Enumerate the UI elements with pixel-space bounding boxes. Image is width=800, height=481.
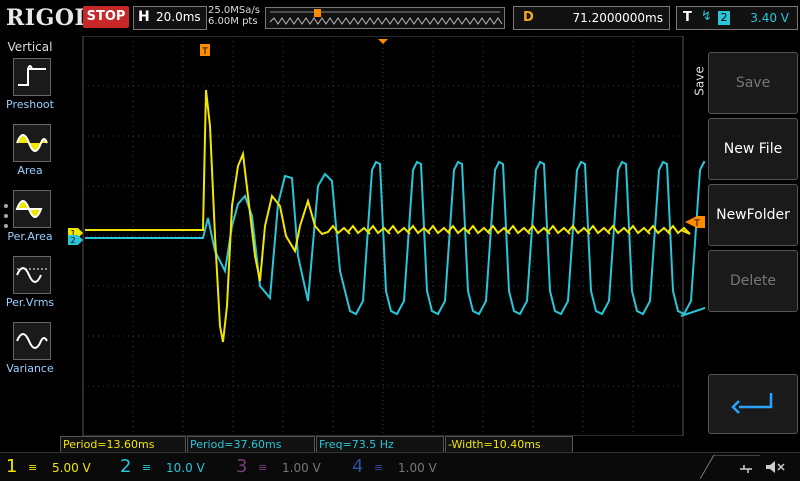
channel-number: 4 — [352, 456, 364, 477]
waveform-display[interactable]: T T 1 2 — [60, 35, 757, 437]
run-stop-indicator[interactable]: STOP — [83, 6, 129, 28]
per-area-icon — [13, 190, 51, 228]
area-icon — [13, 124, 51, 162]
sample-rate: 25.0MSa/s — [208, 5, 260, 16]
svg-text:T: T — [693, 219, 700, 229]
delay-display[interactable]: D 71.2000000ms — [513, 6, 670, 30]
measure-item-area[interactable]: Area — [0, 124, 60, 186]
measure-label: Preshoot — [6, 98, 54, 111]
channel-number: 2 — [120, 456, 132, 477]
channel-scale: 1.00 V — [282, 461, 321, 475]
memory-trigger-marker — [314, 9, 321, 17]
rising-edge-icon: ↯ — [701, 9, 712, 24]
horizontal-timebase[interactable]: H 20.0ms — [133, 6, 207, 30]
channel-number: 3 — [236, 456, 248, 477]
rigol-logo: RIGOL — [6, 5, 91, 31]
timebase-value: 20.0ms — [156, 10, 201, 24]
new-folder-button[interactable]: NewFolder — [708, 184, 798, 246]
measure-label: Variance — [6, 362, 54, 375]
usb-status-area — [700, 455, 760, 479]
channel-status-bar: 1 ≡ 5.00 V 2 ≡ 10.0 V 3 ≡ 1.00 V 4 ≡ 1.0… — [0, 452, 800, 481]
waveform-svg: T T 1 2 — [68, 35, 757, 437]
trigger-level-value: 3.40 V — [750, 11, 789, 25]
per-vrms-icon — [13, 256, 51, 294]
channel-number: 1 — [6, 456, 18, 477]
channel-scale: 10.0 V — [166, 461, 205, 475]
horizontal-key: H — [138, 9, 150, 25]
speaker-mute-icon[interactable] — [764, 458, 786, 476]
measure-label: Area — [17, 164, 43, 177]
dc-coupling-icon: ≡ — [374, 461, 384, 474]
acquisition-info: 25.0MSa/s 6.00M pts — [208, 5, 260, 27]
measure-menu-panel: Vertical Preshoot Area Per.Area Per.Vrms… — [0, 36, 60, 452]
return-arrow-icon — [731, 393, 773, 414]
measure-category-title: Vertical — [7, 40, 53, 54]
delay-value: 71.2000000ms — [572, 11, 663, 25]
svg-text:2: 2 — [70, 236, 75, 245]
channel-4-status[interactable]: 4 ≡ 1.00 V — [346, 455, 458, 479]
dc-coupling-icon: ≡ — [28, 461, 38, 474]
svg-text:T: T — [201, 47, 208, 57]
measurement-bar: Period=13.60ms Period=37.60ms Freq=73.5 … — [60, 436, 705, 453]
save-menu-panel: Save Save New File NewFolder Delete — [693, 36, 800, 452]
usb-icon — [740, 465, 752, 473]
channel-2-status[interactable]: 2 ≡ 10.0 V — [114, 455, 226, 479]
menu-title: Save — [692, 66, 707, 96]
memory-overview-waveform — [269, 9, 503, 25]
measure-item-variance[interactable]: Variance — [0, 322, 60, 384]
top-status-bar: RIGOL STOP H 20.0ms 25.0MSa/s 6.00M pts … — [0, 0, 800, 36]
dc-coupling-icon: ≡ — [142, 461, 152, 474]
channel-3-status[interactable]: 3 ≡ 1.00 V — [230, 455, 342, 479]
measurement-ch2-freq[interactable]: Freq=73.5 Hz — [316, 436, 444, 453]
trigger-source-badge: 2 — [718, 11, 730, 25]
delete-button[interactable]: Delete — [708, 250, 798, 312]
save-button[interactable]: Save — [708, 52, 798, 114]
preshoot-icon — [13, 58, 51, 96]
variance-icon — [13, 322, 51, 360]
trigger-key: T — [683, 10, 692, 25]
measure-item-preshoot[interactable]: Preshoot — [0, 58, 60, 120]
measurement-ch2-period[interactable]: Period=37.60ms — [187, 436, 315, 453]
measure-item-per-vrms[interactable]: Per.Vrms — [0, 256, 60, 318]
dc-coupling-icon: ≡ — [258, 461, 268, 474]
delay-key: D — [523, 10, 534, 25]
memory-depth: 6.00M pts — [208, 16, 258, 27]
trigger-display[interactable]: T ↯ 2 3.40 V — [676, 6, 798, 30]
measurement-ch1-neg-width[interactable]: -Width=10.40ms — [445, 436, 573, 453]
measurement-ch1-period[interactable]: Period=13.60ms — [60, 436, 186, 453]
channel-scale: 1.00 V — [398, 461, 437, 475]
trigger-position-marker[interactable]: T — [200, 44, 210, 57]
return-button[interactable] — [708, 374, 798, 434]
scroll-dots-icon — [4, 204, 8, 228]
measure-label: Per.Vrms — [5, 296, 55, 309]
channel-scale: 5.00 V — [52, 461, 91, 475]
trigger-level-marker[interactable]: T — [685, 216, 705, 229]
memory-overview[interactable] — [265, 7, 505, 29]
channel-1-status[interactable]: 1 ≡ 5.00 V — [0, 455, 110, 479]
channel-2-offset-marker[interactable]: 2 — [68, 235, 83, 245]
new-file-button[interactable]: New File — [708, 118, 798, 180]
